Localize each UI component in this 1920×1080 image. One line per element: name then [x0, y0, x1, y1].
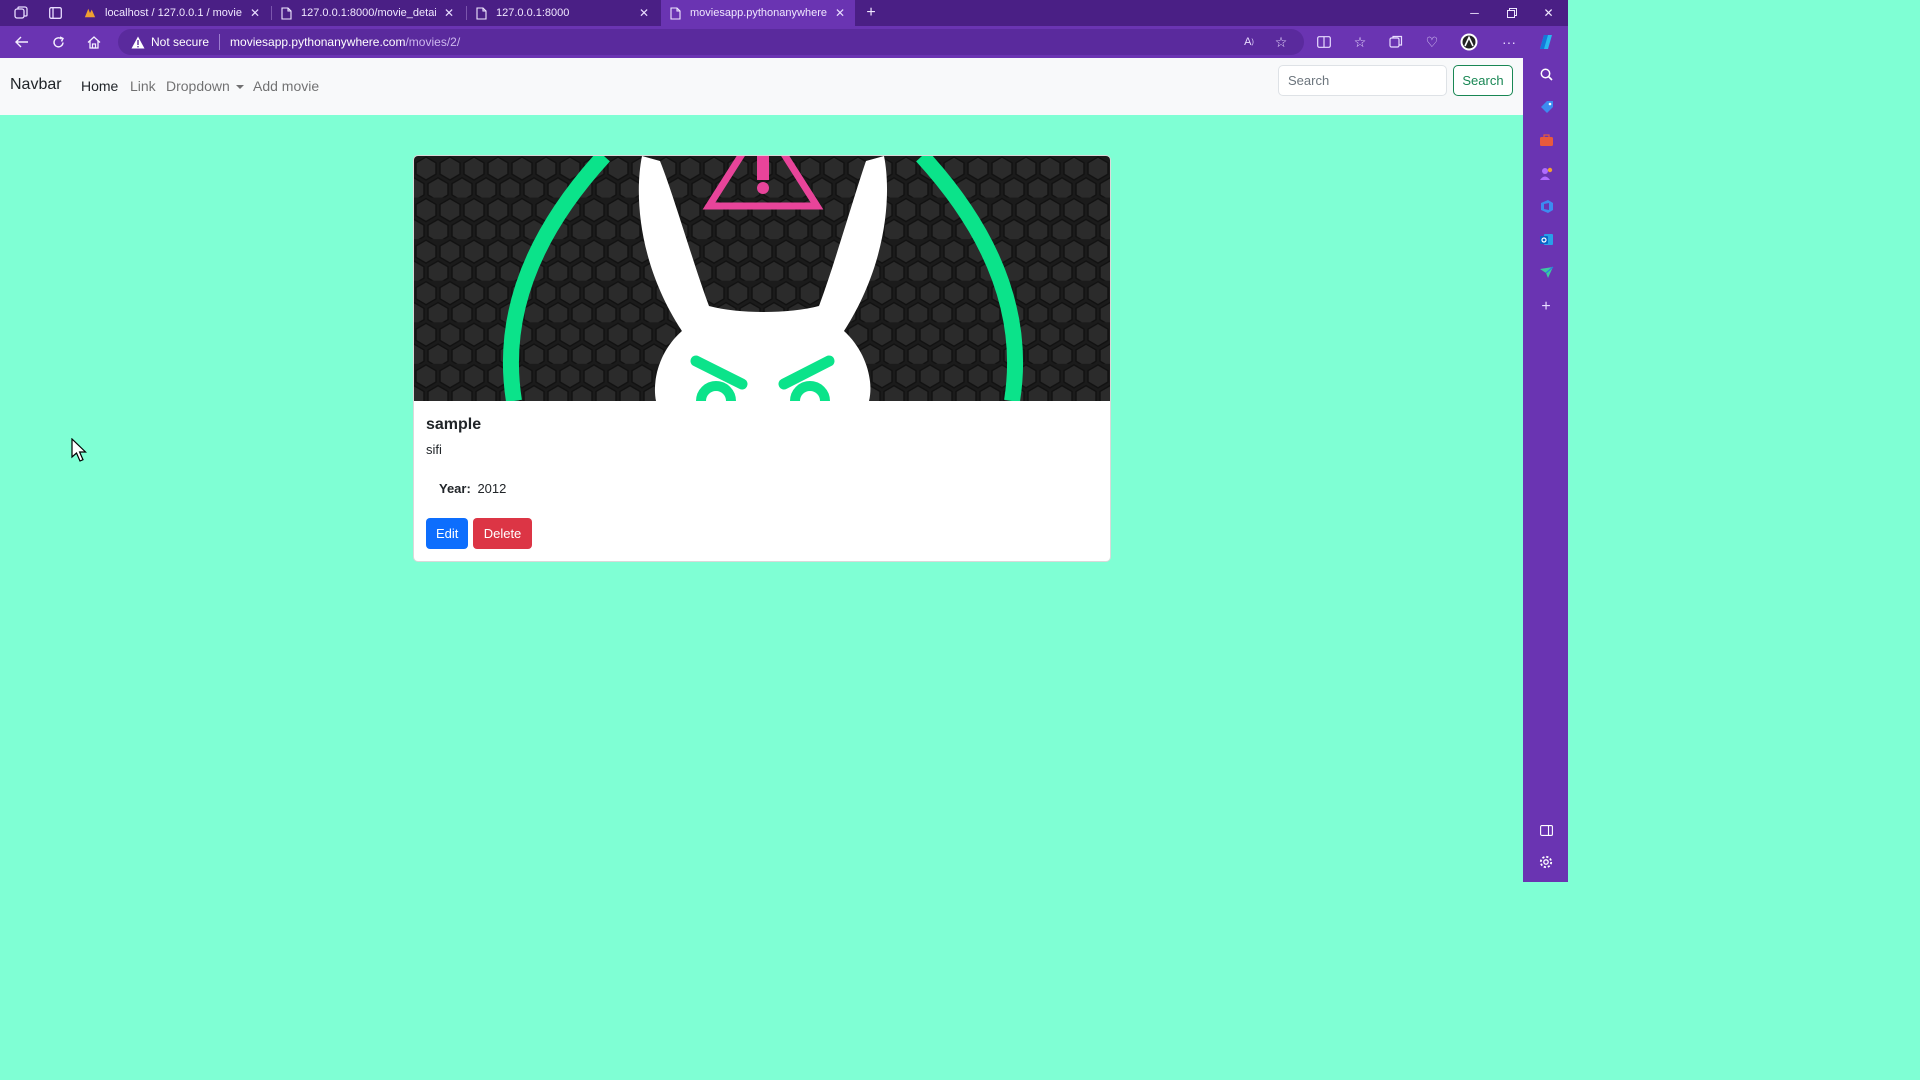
- address-divider: [219, 34, 221, 50]
- collections-icon[interactable]: [1382, 29, 1410, 55]
- tab-title: localhost / 127.0.0.1 / movies_db: [105, 7, 242, 19]
- url-host: moviesapp.pythonanywhere.com: [230, 35, 406, 49]
- drop-send-icon[interactable]: [1535, 261, 1557, 283]
- home-icon[interactable]: [76, 26, 112, 58]
- page-content: Navbar Home Link Dropdown Add movie Sear…: [0, 58, 1523, 882]
- search-icon[interactable]: [1535, 63, 1557, 85]
- shopping-tag-icon[interactable]: [1535, 96, 1557, 118]
- tab-phpmyadmin[interactable]: localhost / 127.0.0.1 / movies_db ✕: [76, 0, 270, 26]
- movie-year-row: Year: 2012: [439, 481, 506, 496]
- delete-button[interactable]: Delete: [473, 518, 532, 549]
- search-input[interactable]: [1278, 65, 1447, 96]
- edge-sidebar: +: [1523, 58, 1568, 882]
- close-tab-icon[interactable]: ✕: [248, 6, 262, 20]
- read-aloud-icon[interactable]: A): [1235, 29, 1263, 55]
- refresh-icon[interactable]: [40, 26, 76, 58]
- copilot-icon[interactable]: [1535, 31, 1557, 53]
- nav-link-home[interactable]: Home: [81, 78, 118, 94]
- search-button[interactable]: Search: [1453, 65, 1513, 96]
- caret-down-icon: [235, 85, 244, 90]
- tools-briefcase-icon[interactable]: [1535, 129, 1557, 151]
- tab-title: moviesapp.pythonanywhere.com: [690, 7, 827, 19]
- nav-dropdown-label: Dropdown: [166, 78, 230, 94]
- navbar-brand[interactable]: Navbar: [10, 76, 62, 94]
- close-tab-icon[interactable]: ✕: [442, 6, 456, 20]
- close-tab-icon[interactable]: ✕: [637, 6, 651, 20]
- split-screen-icon[interactable]: [1310, 29, 1338, 55]
- tab-localhost-8000[interactable]: 127.0.0.1:8000 ✕: [467, 0, 659, 26]
- year-value: 2012: [477, 481, 507, 496]
- tab-moviesapp[interactable]: moviesapp.pythonanywhere.com ✕: [661, 0, 855, 26]
- hide-sidebar-icon[interactable]: [1535, 819, 1557, 841]
- phpmyadmin-icon: [84, 6, 96, 20]
- close-tab-icon[interactable]: ✕: [833, 6, 847, 20]
- year-label: Year:: [439, 481, 471, 496]
- restore-icon[interactable]: [1493, 0, 1530, 26]
- url-path: /movies/2/: [405, 35, 461, 49]
- security-label[interactable]: Not secure: [151, 35, 209, 49]
- movie-poster-image: [414, 156, 1110, 401]
- favorites-icon[interactable]: ☆: [1346, 29, 1374, 55]
- tab-title: 127.0.0.1:8000/movie_details/: [301, 7, 436, 19]
- people-icon[interactable]: [1535, 162, 1557, 184]
- nav-dropdown[interactable]: Dropdown: [166, 78, 244, 94]
- site-navbar: Navbar Home Link Dropdown Add movie Sear…: [0, 58, 1523, 115]
- mouse-cursor-icon: [71, 438, 87, 462]
- settings-gear-icon[interactable]: [1535, 851, 1557, 873]
- nav-link-add-movie[interactable]: Add movie: [253, 78, 319, 94]
- movie-card: sample sifi Year: 2012 Edit Delete: [413, 155, 1111, 562]
- page-icon: [475, 6, 487, 20]
- warning-icon[interactable]: [131, 36, 145, 49]
- back-icon[interactable]: [4, 26, 40, 58]
- more-options-icon[interactable]: ···: [1495, 29, 1523, 55]
- profile-avatar-icon[interactable]: [1455, 29, 1483, 55]
- edit-button[interactable]: Edit: [426, 518, 468, 549]
- outlook-icon[interactable]: [1535, 228, 1557, 250]
- favorite-star-icon[interactable]: ☆: [1267, 29, 1295, 55]
- tab-title: 127.0.0.1:8000: [496, 7, 570, 19]
- address-bar[interactable]: Not secure moviesapp.pythonanywhere.com /…: [118, 29, 1304, 55]
- browser-essentials-icon[interactable]: ♡: [1418, 29, 1446, 55]
- office-icon[interactable]: [1535, 195, 1557, 217]
- page-icon: [280, 6, 292, 20]
- tab-actions-icon[interactable]: [38, 0, 72, 26]
- new-tab-icon[interactable]: +: [860, 0, 882, 26]
- workspaces-icon[interactable]: [4, 0, 38, 26]
- movie-title: sample: [426, 416, 482, 433]
- close-window-icon[interactable]: ✕: [1530, 0, 1567, 26]
- page-icon: [669, 6, 681, 20]
- tab-movie-details[interactable]: 127.0.0.1:8000/movie_details/ ✕: [272, 0, 464, 26]
- nav-link-link[interactable]: Link: [130, 78, 156, 94]
- minimize-icon[interactable]: ─: [1456, 0, 1493, 26]
- movie-genre: sifi: [426, 442, 442, 457]
- add-sidebar-app-icon[interactable]: +: [1535, 296, 1557, 318]
